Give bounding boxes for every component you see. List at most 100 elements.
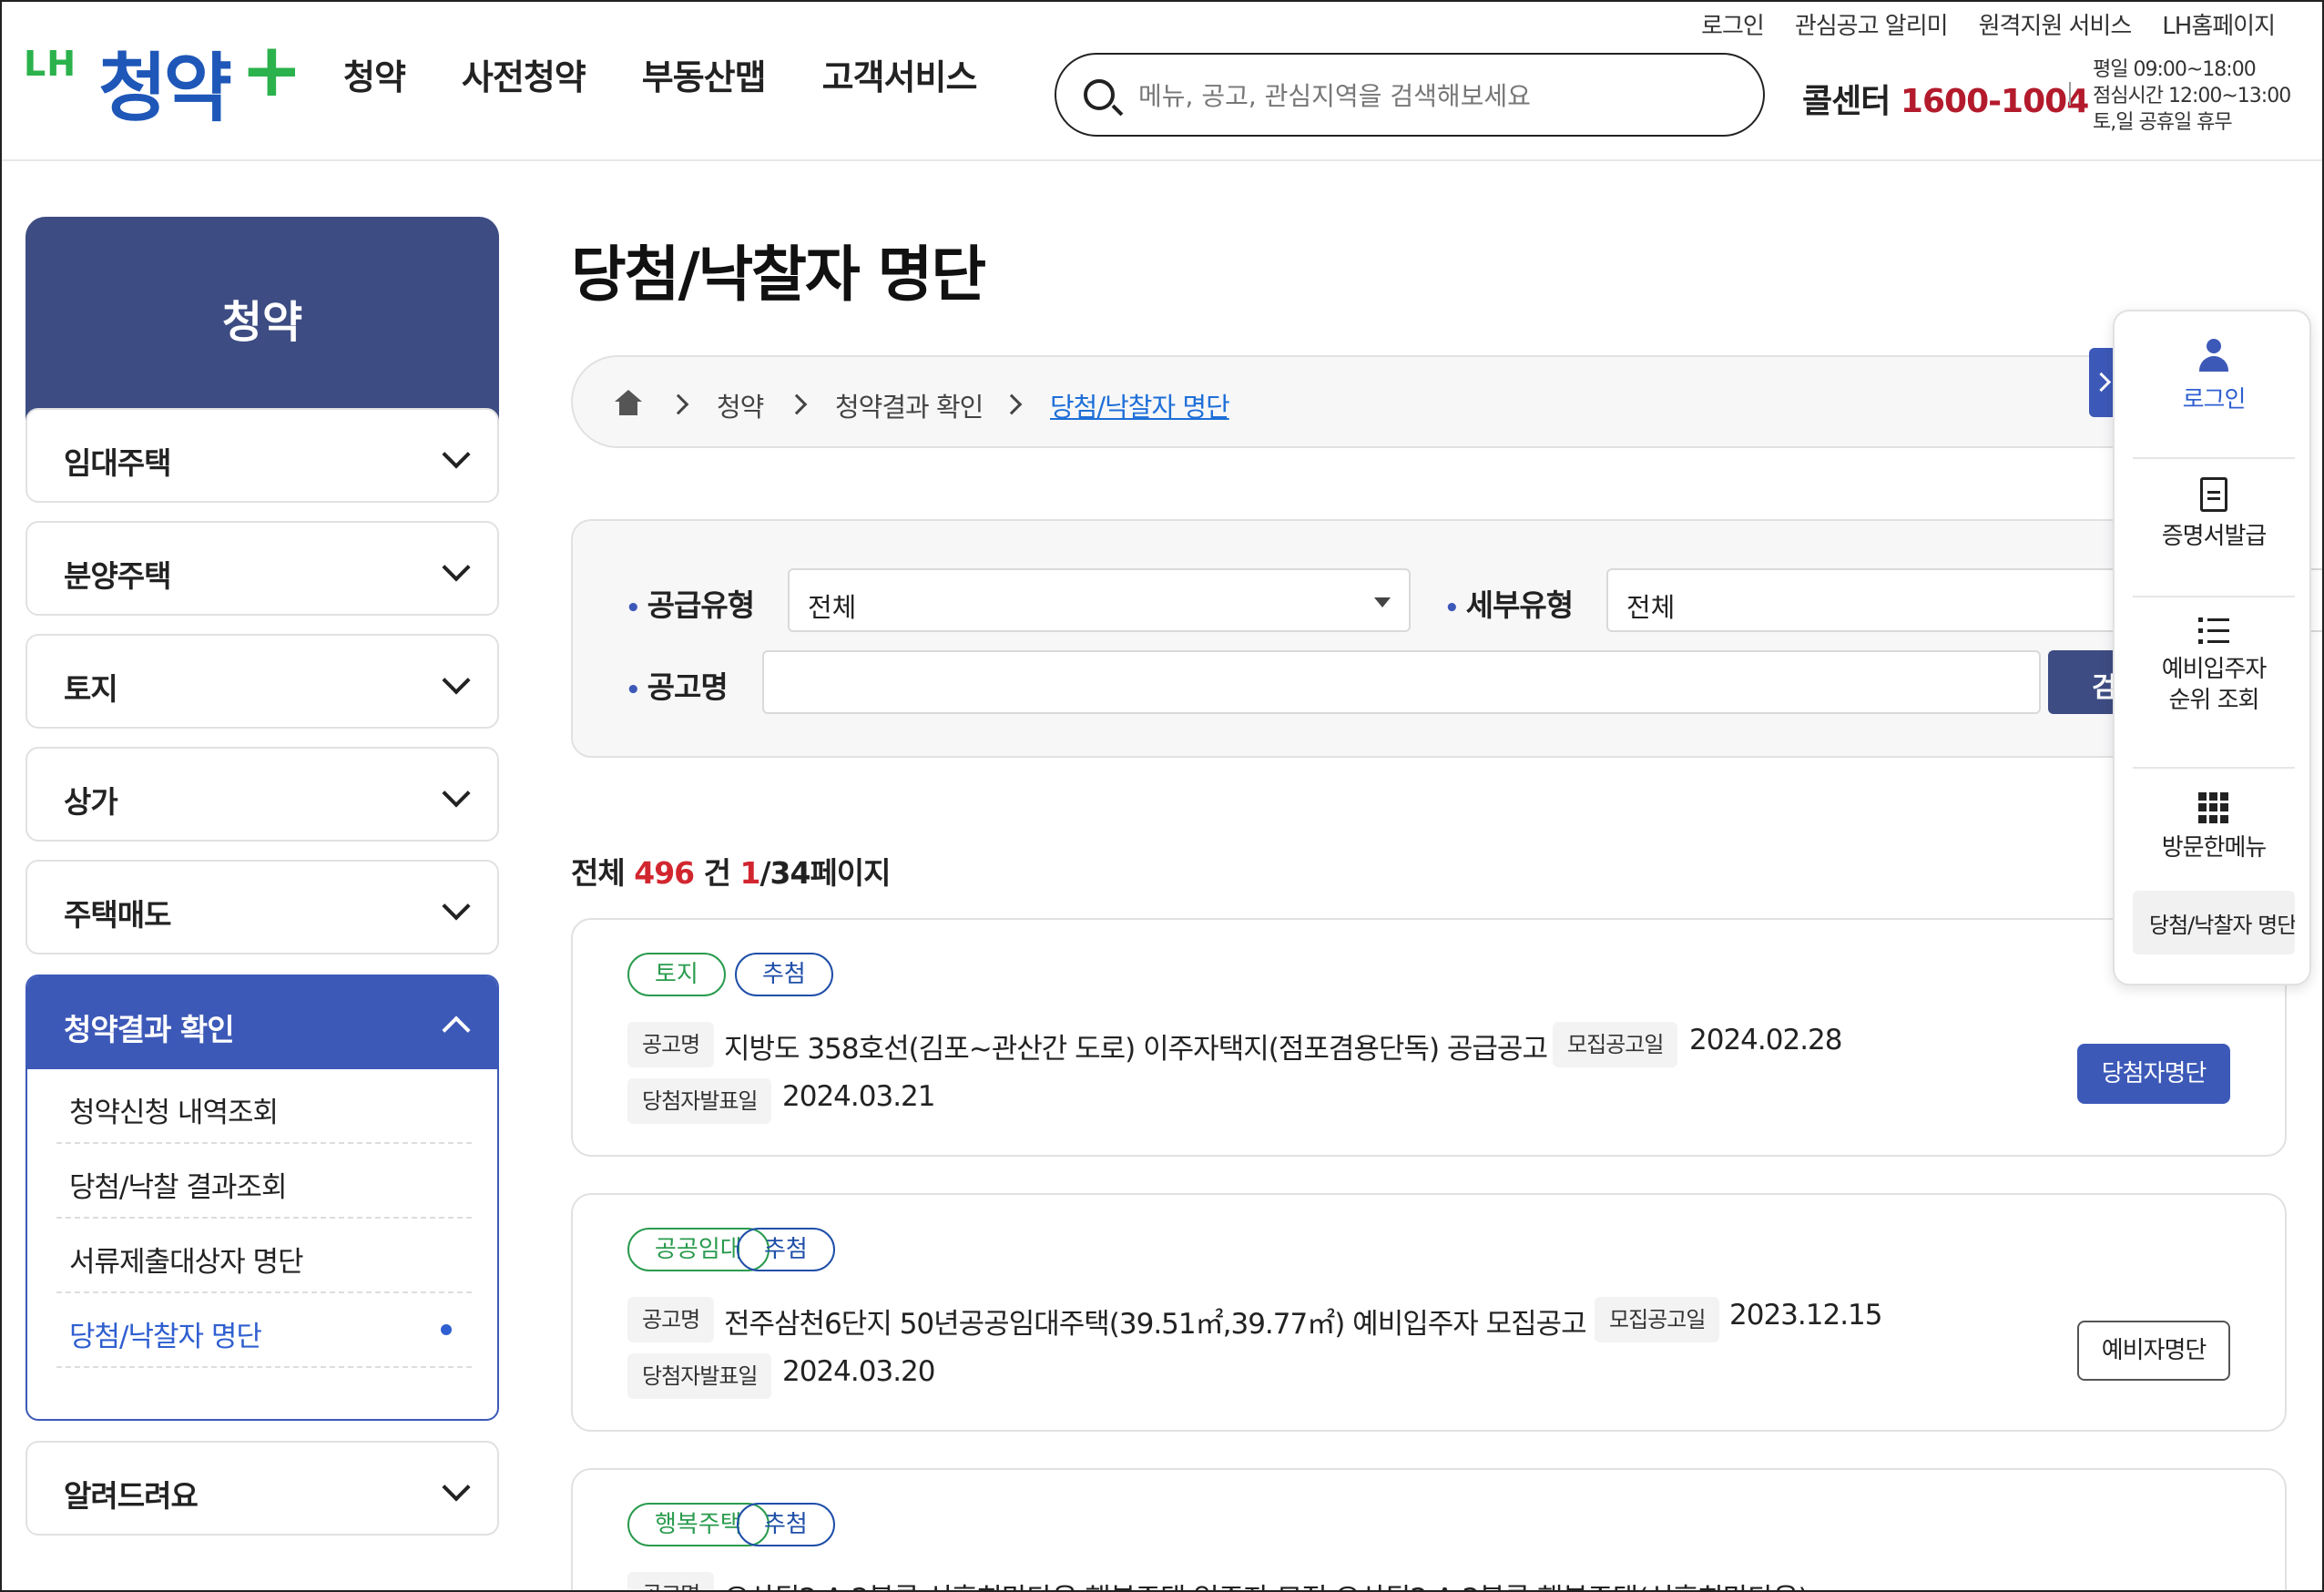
quick-certificate[interactable]: 증명서발급: [2133, 477, 2295, 597]
chevron-down-icon: [442, 440, 471, 469]
notice-name-key: 공고명: [627, 1297, 715, 1342]
chevron-right-icon: [786, 393, 808, 415]
main-nav: 청약 사전청약 부동산맵 고객서비스: [343, 49, 978, 99]
sidebar-item-land[interactable]: 토지: [25, 634, 499, 729]
hours-lunch: 점심시간 12:00~13:00: [2093, 85, 2291, 107]
quick-waitlist-label-2: 순위 조회: [2168, 687, 2260, 714]
quick-visited-label: 방문한메뉴: [2161, 834, 2268, 862]
sidebar-item-label: 알려드려요: [64, 1478, 199, 1514]
sidebar-sub-label: 당첨/낙찰자 명단: [69, 1321, 262, 1353]
quick-login-label: 로그인: [2182, 386, 2247, 413]
sidebar-item-housing-sale[interactable]: 주택매도: [25, 860, 499, 954]
result-summary: 전체 496 건 1/34페이지: [571, 849, 892, 893]
hours-holiday: 토,일 공휴일 휴무: [2093, 111, 2233, 134]
sidebar-sub-winner-list[interactable]: 당첨/낙찰자 명단: [56, 1293, 472, 1368]
recent-visited-label: 당첨/낙찰자 명단: [2149, 913, 2295, 938]
sidebar-item-label: 주택매도: [64, 897, 171, 933]
quick-visited-menu[interactable]: 방문한메뉴: [2133, 792, 2295, 874]
method-tag: 추첨: [737, 1228, 835, 1271]
breadcrumb-item[interactable]: 청약결과 확인: [835, 386, 984, 424]
total-count: 496: [634, 855, 695, 891]
logo-plus: +: [240, 27, 303, 114]
home-icon[interactable]: [615, 390, 642, 415]
nav-item-subscription[interactable]: 청약: [343, 49, 406, 99]
result-card: 행복주택 추첨 공고명 오산뒤2 A-2블록 신혼희망타운 행복주택 입주자 모…: [571, 1468, 2287, 1590]
sidebar-item-commercial[interactable]: 상가: [25, 747, 499, 842]
post-date-key: 모집공고일: [1595, 1297, 1720, 1342]
document-icon: [2200, 477, 2227, 512]
remote-support-link[interactable]: 원격지원 서비스: [1979, 7, 2133, 41]
post-date-value: 2024.02.28: [1689, 1024, 1842, 1056]
select-value: 전체: [1626, 592, 1676, 623]
breadcrumb: 청약 청약결과 확인 당첨/낙찰자 명단: [571, 355, 2301, 448]
sidebar-item-rental-housing[interactable]: 임대주택: [25, 408, 499, 503]
numbered-list-icon: [2198, 616, 2229, 645]
total-unit: 건: [703, 855, 731, 891]
sidebar-results-header[interactable]: 청약결과 확인: [27, 976, 497, 1069]
current-page: 1: [739, 855, 761, 891]
result-card: 토지 추첨 공고명 지방도 358호선(김포~관산간 도로) 이주자택지(점포겸…: [571, 918, 2287, 1157]
sidebar-title-panel: 청약: [25, 217, 499, 426]
sidebar-sub-document-list[interactable]: 서류제출대상자 명단: [56, 1219, 472, 1293]
total-prefix: 전체: [571, 855, 626, 891]
sidebar-item-results: 청약결과 확인 청약신청 내역조회 당첨/낙찰 결과조회 서류제출대상자 명단 …: [25, 975, 499, 1421]
notice-name-label: 공고명: [626, 663, 729, 707]
header: LH 청약 + 청약 사전청약 부동산맵 고객서비스 로그인 관심공고 알리미 …: [2, 2, 2322, 161]
lh-logo[interactable]: LH 청약 +: [24, 27, 306, 132]
quick-waitlist-rank[interactable]: 예비입주자 순위 조회: [2133, 616, 2295, 769]
sidebar-sub-application-history[interactable]: 청약신청 내역조회: [56, 1069, 472, 1144]
select-value: 전체: [808, 592, 857, 623]
sidebar-item-label: 토지: [64, 671, 118, 707]
person-icon: [2197, 339, 2230, 375]
search-box: [1055, 53, 1765, 137]
notice-name-key: 공고명: [627, 1572, 715, 1590]
login-link[interactable]: 로그인: [1701, 7, 1765, 41]
sidebar-sub-result-check[interactable]: 당첨/낙찰 결과조회: [56, 1144, 472, 1219]
sub-type-label: 세부유형: [1444, 581, 1574, 625]
chevron-down-icon: [442, 666, 471, 695]
chevron-up-icon: [442, 1015, 471, 1045]
announce-date-key: 당첨자발표일: [627, 1353, 772, 1399]
notice-name-input[interactable]: [762, 650, 2041, 714]
post-date-key: 모집공고일: [1553, 1022, 1678, 1067]
chevron-down-icon: [442, 1473, 471, 1502]
search-input[interactable]: [1138, 73, 1739, 118]
logo-main-text: 청약: [98, 46, 232, 132]
sidebar-item-label: 상가: [64, 784, 118, 820]
chevron-down-icon: [442, 892, 471, 921]
breadcrumb-current[interactable]: 당첨/낙찰자 명단: [1050, 386, 1230, 424]
sidebar-title: 청약: [221, 297, 303, 348]
chevron-right-icon: [1001, 393, 1023, 415]
callcenter-hours: 평일 09:00~18:00 점심시간 12:00~13:00 토,일 공휴일 …: [2093, 56, 2291, 136]
page-suffix: /34페이지: [759, 855, 891, 891]
interest-alert-link[interactable]: 관심공고 알리미: [1795, 7, 1949, 41]
post-date-value: 2023.12.15: [1729, 1299, 1882, 1332]
breadcrumb-item[interactable]: 청약: [717, 386, 764, 424]
search-filter: 공급유형 전체 세부유형 전체 공고명 검색: [571, 519, 2322, 758]
notice-name-value: 오산뒤2 A-2블록 신혼희망타운 행복주택 입주자 모집 오산뒤2 A-2블록…: [724, 1576, 1809, 1590]
winner-list-button[interactable]: 당첨자명단: [2077, 1044, 2230, 1104]
nav-item-real-estate-map[interactable]: 부동산맵: [642, 49, 767, 99]
search-icon[interactable]: [1084, 79, 1115, 110]
callcenter-label: 콜센터: [1802, 83, 1891, 120]
utility-links: 로그인 관심공고 알리미 원격지원 서비스 LH홈페이지: [1701, 7, 2276, 41]
hours-weekday: 평일 09:00~18:00: [2093, 58, 2257, 81]
waitlist-button[interactable]: 예비자명단: [2077, 1321, 2230, 1381]
quick-menu: 로그인 증명서발급 예비입주자 순위 조회 방문한메뉴 당첨/낙찰자 명단: [2113, 310, 2311, 985]
announce-date-key: 당첨자발표일: [627, 1078, 772, 1124]
announce-date-value: 2024.03.20: [782, 1355, 935, 1388]
sidebar-item-notices[interactable]: 알려드려요: [25, 1441, 499, 1536]
notice-name-key: 공고명: [627, 1022, 715, 1067]
caret-down-icon: [1374, 597, 1391, 607]
page-frame: LH 청약 + 청약 사전청약 부동산맵 고객서비스 로그인 관심공고 알리미 …: [0, 0, 2324, 1592]
sidebar-item-sale-housing[interactable]: 분양주택: [25, 521, 499, 616]
nav-item-customer-service[interactable]: 고객서비스: [822, 49, 978, 99]
divider: [2069, 82, 2071, 106]
recent-visited-item[interactable]: 당첨/낙찰자 명단: [2133, 891, 2295, 954]
method-tag: 추첨: [737, 1503, 835, 1546]
sidebar-sub-label: 당첨/낙찰 결과조회: [69, 1171, 287, 1204]
quick-login[interactable]: 로그인: [2133, 339, 2295, 459]
lh-homepage-link[interactable]: LH홈페이지: [2162, 7, 2276, 41]
supply-type-select[interactable]: 전체: [788, 568, 1411, 632]
nav-item-pre-subscription[interactable]: 사전청약: [462, 49, 586, 99]
